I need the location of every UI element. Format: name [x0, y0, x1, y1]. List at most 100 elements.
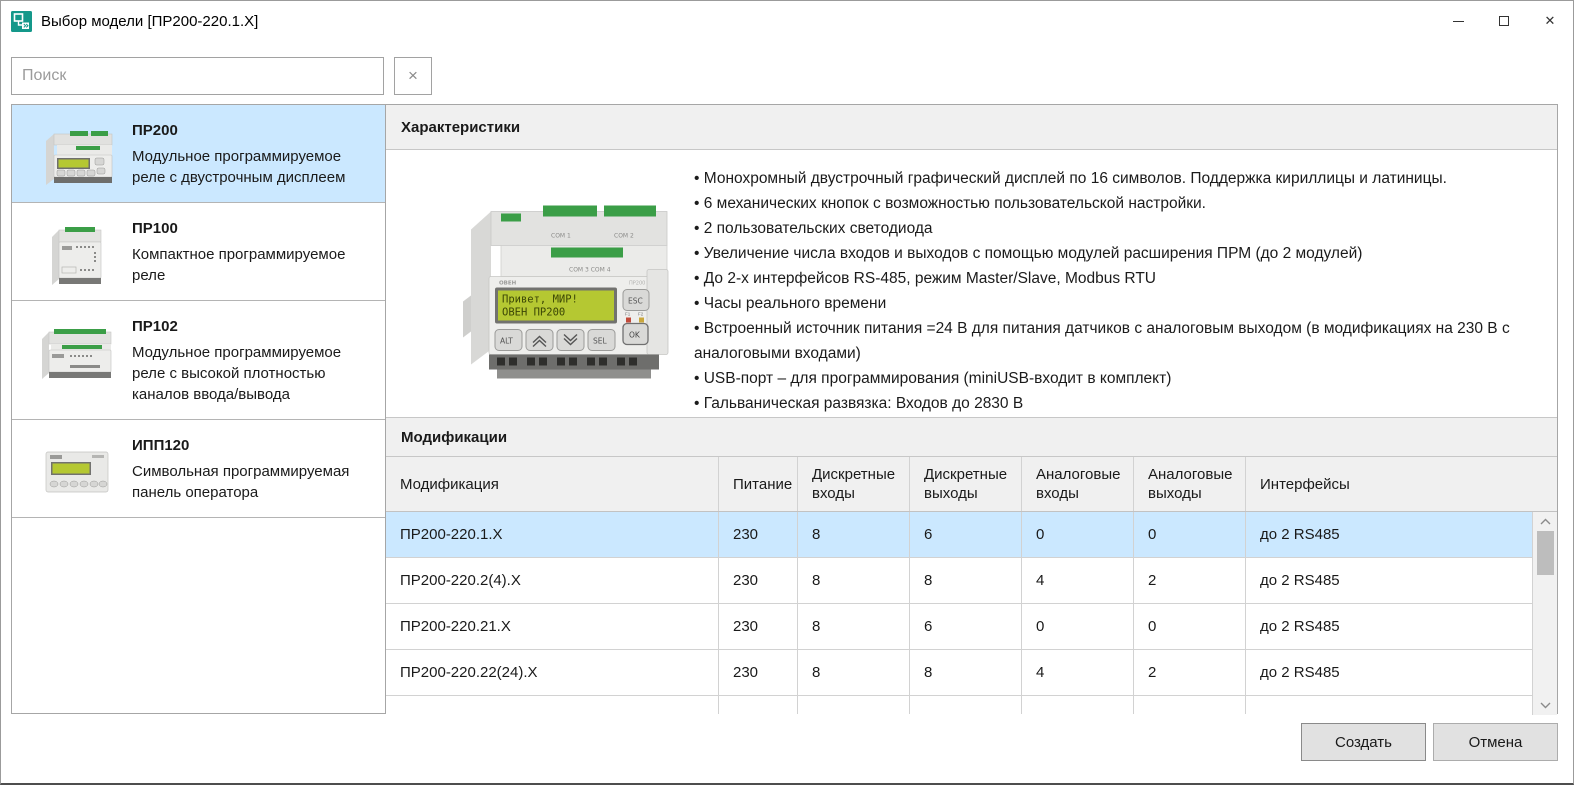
- pr100-device-thumbnail: [32, 223, 120, 287]
- create-button[interactable]: Создать: [1301, 723, 1426, 761]
- cell-analog-inputs: 4: [1022, 558, 1134, 603]
- characteristic-item: • До 2-х интерфейсов RS-485, режим Maste…: [694, 266, 1545, 291]
- cell-discrete-outputs: 6: [910, 512, 1022, 557]
- cell-analog-inputs: 0: [1022, 512, 1134, 557]
- cell-analog-inputs: 0: [1022, 604, 1134, 649]
- column-header-power: Питание: [719, 457, 798, 511]
- modifications-header: Модификации: [386, 417, 1557, 457]
- model-selection-dialog: Выбор модели [ПР200-220.1.X] ✕ × ПР200 М…: [0, 0, 1574, 785]
- svg-text:ESC: ESC: [628, 296, 643, 305]
- characteristic-item: • Гальваническая развязка: Входов до 283…: [694, 391, 1545, 416]
- model-name: ПР100: [132, 220, 377, 237]
- svg-text:ОВЕН: ОВЕН: [499, 280, 517, 286]
- maximize-button[interactable]: [1481, 1, 1527, 41]
- column-header-modification: Модификация: [386, 457, 719, 511]
- svg-text:ПР200: ПР200: [629, 280, 645, 286]
- app-logo-icon: [11, 11, 32, 32]
- clear-search-icon: ×: [408, 66, 418, 86]
- modification-row[interactable]: ПР200-220.2(4).X 230 8 8 4 2 до 2 RS485: [386, 558, 1557, 604]
- sidebar-model-item[interactable]: ПР200 Модульное программируемое реле с д…: [12, 105, 385, 203]
- cell-interfaces: до 2 RS485: [1246, 512, 1533, 557]
- cell-modification: ПР200-220.21.X: [386, 604, 719, 649]
- characteristic-item: • Монохромный двустрочный графический ди…: [694, 166, 1545, 191]
- close-button[interactable]: ✕: [1527, 1, 1573, 41]
- scroll-up-icon[interactable]: [1533, 512, 1558, 531]
- cell-power: 230: [719, 558, 798, 603]
- cell-analog-inputs: 4: [1022, 650, 1134, 695]
- model-description: Компактное программируемое реле: [132, 244, 377, 286]
- svg-text:ALT: ALT: [500, 336, 513, 345]
- pr200-device-image: COM 1 COM 2 COM 3 COM 4 ОВЕН ПР200 Приве…: [401, 179, 681, 389]
- cell-modification: ПР200-220.2(4).X: [386, 558, 719, 603]
- ipp120-panel-thumbnail: [32, 440, 120, 504]
- column-header-discrete-outputs: Дискретные выходы: [910, 457, 1022, 511]
- close-icon: ✕: [1545, 13, 1556, 29]
- scroll-down-icon[interactable]: [1533, 696, 1558, 715]
- scrollbar-thumb[interactable]: [1537, 531, 1554, 575]
- cell-interfaces: до 2 RS485: [1246, 558, 1533, 603]
- cell-analog-outputs: 0: [1134, 604, 1246, 649]
- minimize-button[interactable]: [1435, 1, 1481, 41]
- cell-discrete-outputs: 8: [910, 558, 1022, 603]
- cell-analog-outputs: 2: [1134, 650, 1246, 695]
- modification-row[interactable]: ПР200-220.1.X 230 8 6 0 0 до 2 RS485: [386, 512, 1557, 558]
- modification-row[interactable]: ПР200-220.21.X 230 8 6 0 0 до 2 RS485: [386, 604, 1557, 650]
- cell-discrete-inputs: 8: [798, 558, 910, 603]
- device-photo: COM 1 COM 2 COM 3 COM 4 ОВЕН ПР200 Приве…: [386, 150, 686, 417]
- svg-text:SEL: SEL: [593, 336, 607, 345]
- characteristic-item: • USB-порт – для программирования (miniU…: [694, 366, 1545, 391]
- characteristic-item: • Часы реального времени: [694, 291, 1545, 316]
- model-list: ПР200 Модульное программируемое реле с д…: [11, 104, 386, 714]
- svg-text:F2: F2: [638, 311, 644, 316]
- characteristic-item: • Встроенный источник питания =24 В для …: [694, 316, 1545, 366]
- cell-discrete-inputs: 8: [798, 512, 910, 557]
- table-header-row: Модификация Питание Дискретные входы Дис…: [386, 457, 1557, 512]
- characteristics-header: Характеристики: [386, 105, 1557, 150]
- model-description: Символьная программируемая панель операт…: [132, 461, 377, 503]
- cancel-button[interactable]: Отмена: [1433, 723, 1558, 761]
- model-description: Модульное программируемое реле с высокой…: [132, 342, 377, 405]
- cell-power: 230: [719, 512, 798, 557]
- modification-row[interactable]: ПР200-220.22(24).X 230 8 8 4 2 до 2 RS48…: [386, 650, 1557, 696]
- characteristics-list: • Монохромный двустрочный графический ди…: [686, 150, 1557, 417]
- svg-text:COM 3 COM 4: COM 3 COM 4: [569, 266, 611, 273]
- cell-interfaces: до 2 RS485: [1246, 604, 1533, 649]
- maximize-icon: [1499, 16, 1509, 26]
- svg-text:OK: OK: [629, 330, 641, 339]
- cell-analog-outputs: 2: [1134, 558, 1246, 603]
- characteristic-item: • Увеличение числа входов и выходов с по…: [694, 241, 1545, 266]
- model-description: Модульное программируемое реле с двустро…: [132, 146, 377, 188]
- sidebar-model-item[interactable]: ПР102 Модульное программируемое реле с в…: [12, 301, 385, 420]
- dialog-title: Выбор модели [ПР200-220.1.X]: [41, 13, 258, 30]
- sidebar-model-item[interactable]: ИПП120 Символьная программируемая панель…: [12, 420, 385, 518]
- title-bar[interactable]: Выбор модели [ПР200-220.1.X] ✕: [1, 1, 1573, 41]
- column-header-interfaces: Интерфейсы: [1246, 457, 1533, 511]
- cell-interfaces: до 2 RS485: [1246, 650, 1533, 695]
- modifications-table: Модификация Питание Дискретные входы Дис…: [386, 457, 1557, 715]
- table-body: ПР200-220.1.X 230 8 6 0 0 до 2 RS485 ПР2…: [386, 512, 1557, 696]
- cell-discrete-inputs: 8: [798, 604, 910, 649]
- model-name: ИПП120: [132, 437, 377, 454]
- clear-search-button[interactable]: ×: [394, 57, 432, 95]
- svg-text:ОВЕН ПР200: ОВЕН ПР200: [502, 306, 565, 318]
- svg-text:COM 1: COM 1: [551, 232, 571, 239]
- minimize-icon: [1453, 21, 1464, 22]
- column-header-discrete-inputs: Дискретные входы: [798, 457, 910, 511]
- table-row-partial: [386, 696, 1557, 714]
- characteristics-body: COM 1 COM 2 COM 3 COM 4 ОВЕН ПР200 Приве…: [386, 150, 1557, 417]
- cell-discrete-inputs: 8: [798, 650, 910, 695]
- pr200-device-thumbnail: [32, 125, 120, 189]
- column-header-analog-inputs: Аналоговые входы: [1022, 457, 1134, 511]
- column-header-analog-outputs: Аналоговые выходы: [1134, 457, 1246, 511]
- cell-discrete-outputs: 8: [910, 650, 1022, 695]
- svg-text:Привет, МИР!: Привет, МИР!: [502, 293, 578, 305]
- search-input[interactable]: [11, 57, 384, 95]
- sidebar-model-item[interactable]: ПР100 Компактное программируемое реле: [12, 203, 385, 301]
- cell-modification: ПР200-220.1.X: [386, 512, 719, 557]
- characteristic-item: • 6 механических кнопок с возможностью п…: [694, 191, 1545, 216]
- characteristic-item: • 2 пользовательских светодиода: [694, 216, 1545, 241]
- cell-discrete-outputs: 6: [910, 604, 1022, 649]
- table-scrollbar[interactable]: [1532, 512, 1557, 715]
- svg-text:COM 2: COM 2: [614, 232, 634, 239]
- pr102-device-thumbnail: [32, 321, 120, 385]
